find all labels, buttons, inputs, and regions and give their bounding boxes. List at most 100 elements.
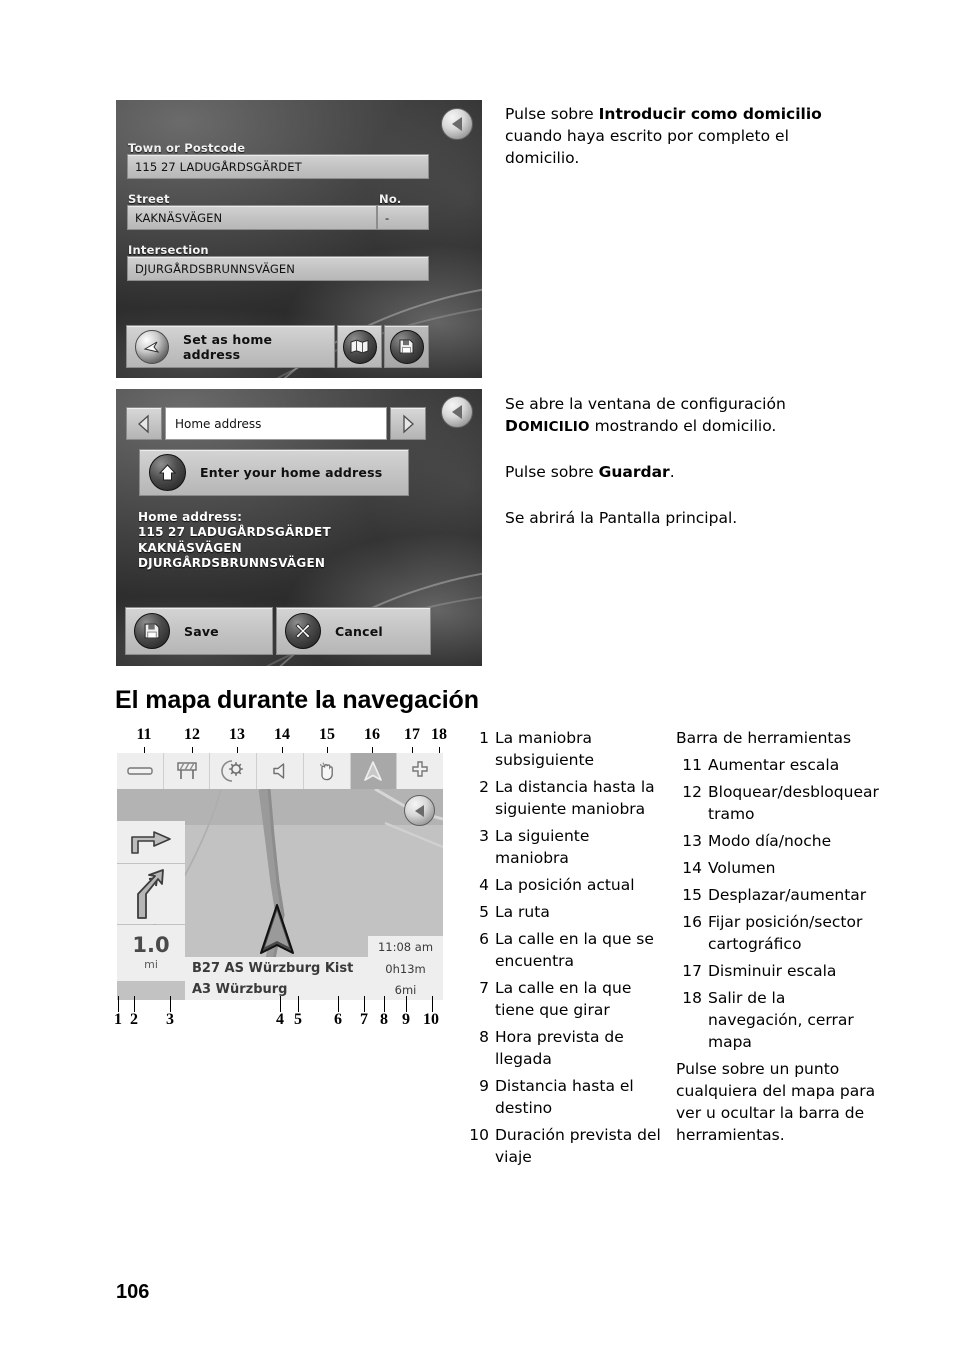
enter-home-address-label: Enter your home address xyxy=(200,465,383,480)
callout-7: 7 xyxy=(360,1011,368,1028)
legend-text: Volumen xyxy=(708,859,776,877)
back-arrow-icon xyxy=(452,405,462,419)
legend-text: Duración prevista del viaje xyxy=(495,1126,661,1166)
trip-duration-cell: 0h13m xyxy=(368,958,443,979)
leader-3 xyxy=(170,996,171,1012)
p2-pre: Se abre la ventana de configuración xyxy=(505,395,786,413)
cancel-button[interactable]: Cancel xyxy=(276,607,431,655)
volume-button[interactable] xyxy=(257,753,304,789)
fork-right-icon xyxy=(137,869,164,919)
home-address-line-2: KAKNÄSVÄGEN xyxy=(138,540,242,555)
distance-unit: mi xyxy=(144,958,158,971)
street-label: Street xyxy=(128,192,170,206)
map-toolbar xyxy=(117,753,443,789)
legend-text: Disminuir escala xyxy=(708,962,837,980)
legend-item: 6 La calle en la que se encuentra xyxy=(463,928,663,972)
pan-hand-icon xyxy=(319,762,333,781)
legend-text: La calle en la que tiene que girar xyxy=(495,979,632,1019)
p4: Se abrirá la Pantalla principal. xyxy=(505,509,738,528)
save-address-button[interactable] xyxy=(384,325,429,368)
zoom-out-button[interactable] xyxy=(117,753,164,789)
save-label: Save xyxy=(184,623,219,639)
leader-2 xyxy=(134,996,135,1012)
instruction-paragraph-group-2: Se abre la ventana de configuración DOMI… xyxy=(505,393,850,529)
save-button[interactable]: Save xyxy=(125,607,273,655)
turn-right-ahead-icon xyxy=(131,831,171,854)
set-as-home-address-label: Set as home address xyxy=(183,331,273,362)
toolbar-legend-header: Barra de herramientas xyxy=(676,729,852,747)
intersection-label: Intersection xyxy=(128,243,209,257)
legend-text: Modo día/noche xyxy=(708,832,832,850)
address-entry-screenshot: Town or Postcode 115 27 LADUGÅRDSGÄRDET … xyxy=(116,100,482,378)
legend-item: 7 La calle en la que tiene que girar xyxy=(463,977,663,1021)
zoom-in-button[interactable] xyxy=(397,753,443,789)
pan-map-button[interactable] xyxy=(304,753,351,789)
legend-column-left: 1 La maniobra subsiguiente 2 La distanci… xyxy=(463,727,663,1173)
p1-pre: Pulse sobre xyxy=(505,105,599,123)
legend-num: 17 xyxy=(682,962,702,980)
home-address-screenshot: Home address Enter your home address Hom… xyxy=(116,389,482,666)
callout-6: 6 xyxy=(334,1011,342,1028)
leader-1 xyxy=(118,996,119,1012)
intersection-field[interactable]: DJURGÅRDSBRUNNSVÄGEN xyxy=(127,256,429,281)
back-button[interactable] xyxy=(441,396,473,428)
leader-5 xyxy=(298,996,299,1012)
home-arrow-icon xyxy=(135,329,169,364)
back-arrow-icon xyxy=(415,804,424,817)
map-back-button[interactable] xyxy=(404,795,435,826)
next-maneuver-panel xyxy=(117,864,185,924)
house-icon xyxy=(149,454,186,491)
legend-item: 17 Disminuir escala xyxy=(676,960,881,982)
legend-text: La maniobra subsiguiente xyxy=(495,729,595,769)
leader-9 xyxy=(406,996,407,1012)
fix-position-arrow-icon xyxy=(364,761,383,781)
callout-11: 11 xyxy=(136,726,152,743)
house-number-field[interactable]: - xyxy=(377,205,429,230)
number-label: No. xyxy=(379,192,402,206)
legend-text: Fijar posición/sector cartográfico xyxy=(708,913,863,953)
legend-text: Hora prevista de llegada xyxy=(495,1028,624,1068)
block-road-button[interactable] xyxy=(164,753,211,789)
next-setting-button[interactable] xyxy=(390,407,426,440)
callout-10: 10 xyxy=(423,1011,439,1028)
previous-setting-button[interactable] xyxy=(126,407,162,440)
day-night-button[interactable] xyxy=(210,753,258,789)
legend-item: 2 La distancia hasta la siguiente maniob… xyxy=(463,776,663,820)
plus-zoom-in-icon xyxy=(412,761,428,777)
legend-num: 10 xyxy=(469,1126,489,1144)
enter-home-address-button[interactable]: Enter your home address xyxy=(139,449,409,496)
legend-text: La calle en la que se encuentra xyxy=(495,930,654,970)
legend-num: 1 xyxy=(479,729,489,747)
legend-text: Distancia hasta el destino xyxy=(495,1077,634,1117)
home-address-line-1: 115 27 LADUGÅRDSGÄRDET xyxy=(138,525,331,540)
legend-num: 9 xyxy=(479,1077,489,1095)
legend-num: 3 xyxy=(479,827,489,845)
legend-num: 5 xyxy=(479,903,489,921)
callout-5: 5 xyxy=(294,1011,302,1028)
show-on-map-button[interactable] xyxy=(337,325,382,368)
street-field[interactable]: KAKNÄSVÄGEN xyxy=(127,205,377,230)
legend-text: La distancia hasta la siguiente maniobra xyxy=(495,778,655,818)
map-canvas[interactable]: 1.0 mi B27 AS Würzburg Kist A3 Würzburg … xyxy=(117,789,443,1000)
leader-4 xyxy=(280,996,281,1012)
legend-item: 15 Desplazar/aumentar xyxy=(676,884,881,906)
callout-17: 17 xyxy=(404,726,420,743)
legend-item: 14 Volumen xyxy=(676,857,881,879)
p1-post: cuando haya escrito por completo el domi… xyxy=(505,127,789,167)
legend-num: 2 xyxy=(479,778,489,796)
leader-7 xyxy=(364,996,365,1012)
legend-item: 12 Bloquear/desbloquear tramo xyxy=(676,781,881,825)
back-button[interactable] xyxy=(441,108,473,140)
town-or-postcode-field[interactable]: 115 27 LADUGÅRDSGÄRDET xyxy=(127,154,429,179)
navigation-map-screenshot: 1.0 mi B27 AS Würzburg Kist A3 Würzburg … xyxy=(117,753,443,1000)
fix-position-button[interactable] xyxy=(350,753,398,789)
legend-num: 7 xyxy=(479,979,489,997)
chevron-left-icon xyxy=(138,414,149,433)
chevron-right-icon xyxy=(403,414,414,433)
domicilio-smallcaps: DOMICILIO xyxy=(505,417,590,435)
legend-num: 8 xyxy=(479,1028,489,1046)
legend-item: 1 La maniobra subsiguiente xyxy=(463,727,663,771)
legend-num: 16 xyxy=(682,913,702,931)
set-as-home-address-button[interactable]: Set as home address xyxy=(126,325,335,368)
callout-8: 8 xyxy=(380,1011,388,1028)
